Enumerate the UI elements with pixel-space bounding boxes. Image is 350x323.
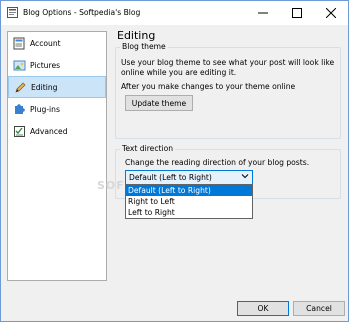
sidebar-item-account[interactable]: Account [8,32,106,54]
text-direction-selected-value: Default (Left to Right) [129,173,212,182]
dropdown-option[interactable]: Left to Right [126,207,252,218]
dropdown-option[interactable]: Right to Left [126,196,252,207]
plugins-icon [12,102,26,116]
options-sidebar: Account Pictures Editing Plug-ins Advanc… [7,31,107,281]
title-bar[interactable]: Blog Options - Softpedia's Blog [1,1,348,25]
text-direction-dropdown-list: Default (Left to Right) Right to Left Le… [125,184,253,219]
sidebar-item-label: Plug-ins [30,104,60,114]
advanced-icon [12,124,26,138]
blog-theme-note: After you make changes to your theme onl… [121,82,296,91]
sidebar-item-label: Editing [31,82,58,92]
sidebar-item-editing[interactable]: Editing [8,76,106,98]
close-button[interactable] [314,1,348,25]
minimize-button[interactable] [246,1,280,25]
text-direction-label: Text direction [120,144,176,153]
blog-options-window: Blog Options - Softpedia's Blog Account … [0,0,349,322]
account-icon [12,36,26,50]
page-title: Editing [117,29,156,42]
sidebar-item-label: Pictures [30,60,61,70]
sidebar-item-plugins[interactable]: Plug-ins [8,98,106,120]
ok-button[interactable]: OK [237,301,289,316]
text-direction-description: Change the reading direction of your blo… [125,158,310,167]
blog-theme-label: Blog theme [120,42,168,51]
cancel-button[interactable]: Cancel [293,301,345,316]
maximize-button[interactable] [280,1,314,25]
window-title: Blog Options - Softpedia's Blog [23,8,141,17]
sidebar-item-advanced[interactable]: Advanced [8,120,106,142]
update-theme-button[interactable]: Update theme [125,95,193,111]
sidebar-item-label: Advanced [30,126,68,136]
text-direction-select[interactable]: Default (Left to Right) [125,170,253,185]
sidebar-item-pictures[interactable]: Pictures [8,54,106,76]
blog-theme-description-line1: Use your blog theme to see what your pos… [121,58,335,67]
dialog-content: Account Pictures Editing Plug-ins Advanc… [1,25,348,321]
blog-theme-description-line2: online while you are editing it. [121,68,237,77]
dropdown-option[interactable]: Default (Left to Right) [126,185,252,196]
sidebar-item-label: Account [30,38,61,48]
editing-icon [13,80,27,94]
app-icon [7,7,18,18]
chevron-down-icon [241,172,249,182]
pictures-icon [12,58,26,72]
